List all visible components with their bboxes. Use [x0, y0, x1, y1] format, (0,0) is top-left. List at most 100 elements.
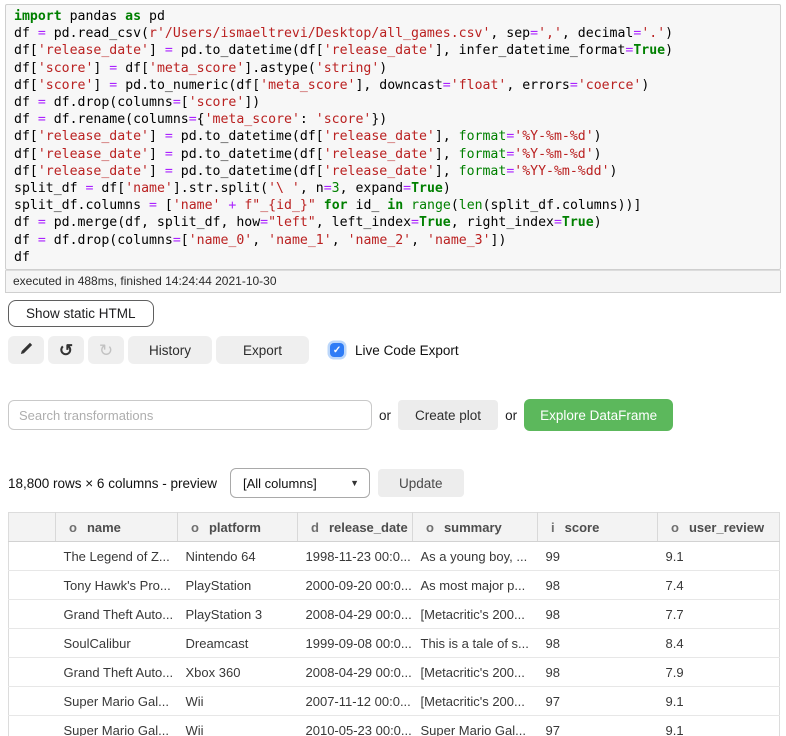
table-cell: 2008-04-29 00:0... — [298, 658, 413, 687]
code-line: df = pd.read_csv(r'/Users/ismaeltrevi/De… — [14, 25, 772, 42]
table-cell: As most major p... — [413, 571, 538, 600]
table-row: Grand Theft Auto...PlayStation 32008-04-… — [9, 600, 780, 629]
table-cell: 98 — [538, 600, 658, 629]
live-code-export-checkbox[interactable]: ✓ Live Code Export — [328, 343, 459, 358]
table-cell: 2008-04-29 00:0... — [298, 600, 413, 629]
redo-button[interactable]: ↻ — [88, 336, 124, 364]
update-button[interactable]: Update — [378, 469, 464, 497]
code-line: df = df.rename(columns={'meta_score': 's… — [14, 111, 772, 128]
code-line: df['release_date'] = pd.to_datetime(df['… — [14, 128, 772, 145]
table-cell: 1999-09-08 00:0... — [298, 629, 413, 658]
index-cell — [9, 658, 56, 687]
table-cell: 98 — [538, 629, 658, 658]
toolbar: ↺ ↻ History Export ✓ Live Code Export — [8, 336, 786, 364]
explore-dataframe-button[interactable]: Explore DataFrame — [524, 399, 673, 431]
table-cell: Nintendo 64 — [178, 542, 298, 571]
code-line: df['release_date'] = pd.to_datetime(df['… — [14, 146, 772, 163]
dataframe-preview-table: onameoplatformdrelease_dateosummaryiscor… — [8, 512, 780, 736]
history-button[interactable]: History — [128, 336, 212, 364]
table-cell: 7.7 — [658, 600, 780, 629]
table-row: SoulCaliburDreamcast1999-09-08 00:0...Th… — [9, 629, 780, 658]
code-block: import pandas as pddf = pd.read_csv(r'/U… — [14, 8, 772, 266]
table-cell: 1998-11-23 00:0... — [298, 542, 413, 571]
table-cell: Super Mario Gal... — [413, 716, 538, 736]
chevron-down-icon: ▼ — [350, 478, 359, 488]
column-label: name — [87, 520, 121, 535]
table-cell: This is a tale of s... — [413, 629, 538, 658]
column-label: platform — [209, 520, 261, 535]
table-cell: 9.1 — [658, 687, 780, 716]
table-cell: 98 — [538, 571, 658, 600]
column-header-score: iscore — [538, 513, 658, 542]
columns-select[interactable]: [All columns] ▼ — [230, 468, 370, 498]
undo-button[interactable]: ↺ — [48, 336, 84, 364]
or-label: or — [505, 408, 517, 423]
table-cell: Grand Theft Auto... — [56, 658, 178, 687]
index-cell — [9, 600, 56, 629]
code-line: df['score'] = df['meta_score'].astype('s… — [14, 60, 772, 77]
column-label: release_date — [329, 520, 408, 535]
column-label: user_review — [689, 520, 764, 535]
table-row: Super Mario Gal...Wii2007-11-12 00:0...[… — [9, 687, 780, 716]
transform-bar: or Create plot or Explore DataFrame — [8, 399, 786, 431]
column-label: score — [565, 520, 600, 535]
table-cell: 2010-05-23 00:0... — [298, 716, 413, 736]
table-header-row: onameoplatformdrelease_dateosummaryiscor… — [9, 513, 780, 542]
column-header-user_review: o user_review — [658, 513, 780, 542]
code-line: import pandas as pd — [14, 8, 772, 25]
table-cell: 97 — [538, 687, 658, 716]
columns-select-value: [All columns] — [243, 476, 317, 491]
edit-button[interactable] — [8, 336, 44, 364]
code-line: df['release_date'] = pd.to_datetime(df['… — [14, 42, 772, 59]
table-cell: 7.4 — [658, 571, 780, 600]
code-line: split_df = df['name'].str.split('\ ', n=… — [14, 180, 772, 197]
undo-icon: ↺ — [59, 342, 73, 359]
code-line: df = df.drop(columns=['name_0', 'name_1'… — [14, 232, 772, 249]
table-cell: [Metacritic's 200... — [413, 658, 538, 687]
code-line: df = df.drop(columns=['score']) — [14, 94, 772, 111]
dtype-badge: o — [191, 520, 199, 535]
column-header-release_date: drelease_date — [298, 513, 413, 542]
dtype-badge: i — [551, 520, 555, 535]
code-line: split_df.columns = ['name' + f"_{id_}" f… — [14, 197, 772, 214]
table-cell: 8.4 — [658, 629, 780, 658]
table-cell: SoulCalibur — [56, 629, 178, 658]
table-cell: Wii — [178, 716, 298, 736]
code-line: df['release_date'] = pd.to_datetime(df['… — [14, 163, 772, 180]
table-cell: 99 — [538, 542, 658, 571]
table-cell: Xbox 360 — [178, 658, 298, 687]
index-cell — [9, 687, 56, 716]
code-cell[interactable]: import pandas as pddf = pd.read_csv(r'/U… — [5, 4, 781, 270]
table-cell: PlayStation — [178, 571, 298, 600]
export-button[interactable]: Export — [216, 336, 309, 364]
code-line: df = pd.merge(df, split_df, how="left", … — [14, 214, 772, 231]
column-header-platform: o platform — [178, 513, 298, 542]
dtype-badge: o — [69, 520, 77, 535]
table-cell: Dreamcast — [178, 629, 298, 658]
table-cell: The Legend of Z... — [56, 542, 178, 571]
create-plot-button[interactable]: Create plot — [398, 400, 498, 430]
search-transformations-input[interactable] — [8, 400, 372, 430]
index-cell — [9, 571, 56, 600]
table-cell: Grand Theft Auto... — [56, 600, 178, 629]
show-static-html-button[interactable]: Show static HTML — [8, 300, 154, 327]
dtype-badge: o — [671, 520, 679, 535]
redo-icon: ↻ — [99, 342, 113, 359]
code-line: df — [14, 249, 772, 266]
dataframe-shape-summary: 18,800 rows × 6 columns - preview — [8, 476, 217, 491]
table-cell: [Metacritic's 200... — [413, 687, 538, 716]
table-cell: 2007-11-12 00:0... — [298, 687, 413, 716]
execution-status: executed in 488ms, finished 14:24:44 202… — [5, 270, 781, 293]
table-cell: Tony Hawk's Pro... — [56, 571, 178, 600]
live-code-export-label: Live Code Export — [355, 343, 459, 358]
preview-bar: 18,800 rows × 6 columns - preview [All c… — [8, 468, 786, 498]
table-body: The Legend of Z...Nintendo 641998-11-23 … — [9, 542, 780, 736]
table-cell: PlayStation 3 — [178, 600, 298, 629]
pencil-icon — [19, 341, 34, 359]
table-row: Grand Theft Auto...Xbox 3602008-04-29 00… — [9, 658, 780, 687]
table-cell: Super Mario Gal... — [56, 687, 178, 716]
checkbox-check-icon: ✓ — [330, 343, 344, 357]
table-cell: 7.9 — [658, 658, 780, 687]
table-cell: 9.1 — [658, 716, 780, 736]
column-label: summary — [444, 520, 502, 535]
